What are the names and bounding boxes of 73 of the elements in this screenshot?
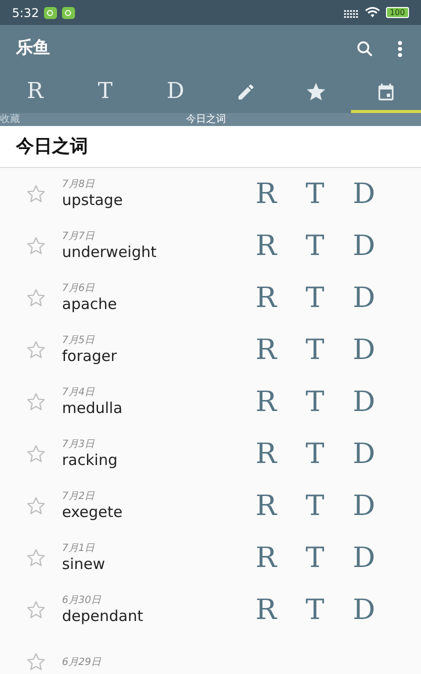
tab[interactable]: T <box>70 73 140 113</box>
word-text[interactable]: underweight <box>62 243 252 262</box>
dictionary-button[interactable]: T <box>301 490 329 522</box>
word-text[interactable]: sinew <box>62 555 252 574</box>
dictionary-button[interactable]: D <box>350 438 378 470</box>
word-date: 6月30日 <box>62 594 102 607</box>
dictionary-button[interactable]: D <box>350 542 378 574</box>
signal-icon <box>342 8 359 18</box>
star-icon[interactable] <box>25 235 47 257</box>
dictionary-button[interactable]: T <box>301 438 329 470</box>
search-icon <box>355 39 375 59</box>
dictionary-button[interactable]: R <box>252 282 280 314</box>
star-icon[interactable] <box>25 183 47 205</box>
dictionary-button[interactable]: D <box>350 490 378 522</box>
dictionary-button[interactable]: D <box>350 282 378 314</box>
tab[interactable]: R <box>0 73 70 113</box>
dictionary-button[interactable]: T <box>301 230 329 262</box>
dictionary-button[interactable]: R <box>252 386 280 418</box>
word-date: 7月3日 <box>62 438 96 451</box>
tab[interactable]: D <box>140 73 211 113</box>
star-icon[interactable] <box>25 391 47 413</box>
dictionary-button[interactable]: T <box>301 386 329 418</box>
star-icon[interactable] <box>25 495 47 517</box>
app-title: 乐鱼 <box>16 37 51 60</box>
star-icon[interactable] <box>25 547 47 569</box>
word-date: 7月8日 <box>62 178 96 191</box>
tab-caption: 收藏 <box>0 113 20 126</box>
word-date: 7月2日 <box>62 490 96 503</box>
dictionary-button[interactable]: D <box>350 178 378 210</box>
pencil-icon <box>236 82 256 102</box>
word-text[interactable]: upstage <box>62 191 252 210</box>
word-date: 6月29日 <box>62 656 102 668</box>
word-date: 7月4日 <box>62 386 96 399</box>
word-text[interactable]: forager <box>62 347 252 366</box>
dictionary-button[interactable]: D <box>350 594 378 626</box>
dictionary-button[interactable]: R <box>252 490 280 522</box>
word-date: 7月1日 <box>62 542 96 555</box>
word-text[interactable]: exegete <box>62 503 252 522</box>
star-icon[interactable] <box>25 287 47 309</box>
dictionary-button[interactable]: T <box>301 178 329 210</box>
dictionary-button[interactable]: T <box>301 282 329 314</box>
word-date: 7月6日 <box>62 282 96 295</box>
star-icon <box>304 80 327 102</box>
status-time: 5:32 <box>12 4 39 22</box>
page-title: 今日之词 <box>16 135 88 159</box>
calendar-icon <box>376 82 396 102</box>
star-icon[interactable] <box>25 599 47 621</box>
dictionary-button[interactable]: T <box>301 542 329 574</box>
dictionary-button[interactable]: D <box>350 230 378 262</box>
word-text[interactable]: dependant <box>62 607 252 626</box>
star-icon[interactable] <box>25 651 47 673</box>
dictionary-button[interactable]: T <box>301 594 329 626</box>
star-icon[interactable] <box>25 339 47 361</box>
dictionary-button[interactable]: R <box>252 438 280 470</box>
dictionary-button[interactable]: T <box>301 334 329 366</box>
star-icon[interactable] <box>25 443 47 465</box>
word-date: 7月7日 <box>62 230 96 243</box>
tab-caption: 今日之词 <box>186 113 226 126</box>
battery-indicator: 100 <box>386 7 409 18</box>
dictionary-button[interactable]: R <box>252 230 280 262</box>
dictionary-button[interactable]: R <box>252 542 280 574</box>
word-text[interactable]: racking <box>62 451 252 470</box>
dictionary-button[interactable]: D <box>350 386 378 418</box>
dictionary-button[interactable]: R <box>252 594 280 626</box>
wifi-icon <box>364 7 380 18</box>
dictionary-button[interactable]: D <box>350 334 378 366</box>
notification-icon <box>44 6 57 18</box>
dictionary-button[interactable]: R <box>252 178 280 210</box>
word-date: 7月5日 <box>62 334 96 347</box>
notification-icon <box>62 6 75 18</box>
dictionary-button[interactable]: R <box>252 334 280 366</box>
word-text[interactable]: medulla <box>62 399 252 418</box>
word-text[interactable]: apache <box>62 295 252 314</box>
